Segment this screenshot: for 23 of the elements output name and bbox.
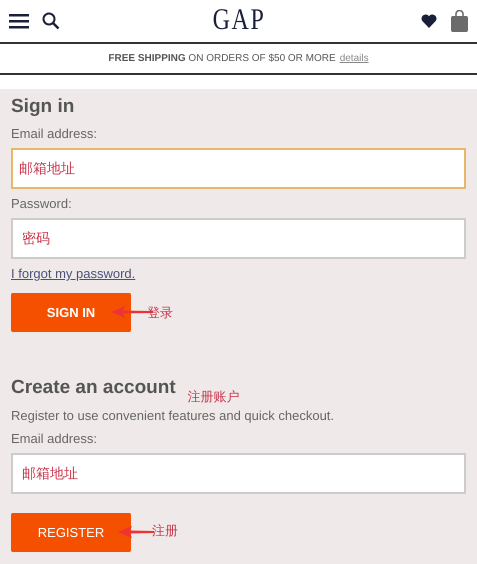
details-link[interactable]: details bbox=[340, 51, 369, 66]
field-label: Email address: bbox=[11, 126, 98, 142]
field-label: Email address: bbox=[11, 431, 98, 447]
search-icon[interactable] bbox=[42, 12, 60, 30]
field-label: Password: bbox=[11, 196, 73, 212]
sign-in-button[interactable]: SIGN IN bbox=[11, 293, 131, 332]
description-text: Register to use convenient features and quick checkout. bbox=[11, 408, 336, 424]
section-title: Sign in bbox=[11, 95, 76, 119]
forgot-password-link[interactable]: I forgot my password. bbox=[11, 266, 136, 282]
section-title: Create an account bbox=[11, 376, 176, 400]
logo[interactable]: GAP bbox=[212, 3, 265, 37]
annotation-arrow bbox=[118, 526, 154, 538]
menu-icon[interactable] bbox=[9, 13, 29, 29]
promo-text: FREE SHIPPING ON ORDERS OF $50 OR MORE bbox=[108, 52, 336, 66]
heart-icon[interactable] bbox=[421, 14, 437, 28]
annotation-label: 注册 bbox=[152, 522, 178, 540]
annotation-label: 登录 bbox=[147, 304, 173, 322]
annotation-label: 注册账户 bbox=[188, 388, 240, 406]
register-button[interactable]: REGISTER bbox=[11, 513, 131, 552]
input-field[interactable]: 邮箱地址 bbox=[11, 148, 466, 189]
shopping-bag-icon[interactable] bbox=[451, 10, 468, 32]
input-field[interactable]: 密码 bbox=[11, 218, 466, 259]
input-field[interactable]: 邮箱地址 bbox=[11, 453, 466, 494]
